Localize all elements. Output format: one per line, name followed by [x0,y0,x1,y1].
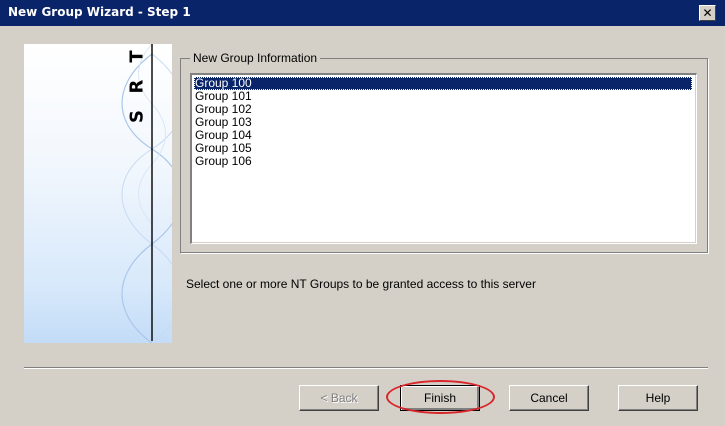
help-button[interactable]: Help [618,385,698,411]
logo-letter-r: R [126,79,148,94]
logo-letter-t: T [126,50,148,63]
banner-logo: T R S [126,46,148,136]
groupbox-legend: New Group Information [190,51,321,65]
button-separator [24,367,708,369]
banner-art [121,44,172,343]
logo-letter-s: S [126,110,148,123]
back-button-label: < Back [320,391,358,405]
wizard-window: New Group Wizard - Step 1 ✕ T R S New Gr… [0,0,725,426]
back-button[interactable]: < Back [299,385,379,411]
list-item-group-106[interactable]: Group 106 [194,155,256,168]
finish-button[interactable]: Finish [400,385,480,411]
cancel-button[interactable]: Cancel [509,385,589,411]
nt-groups-listbox[interactable]: Group 100 Group 101 Group 102 Group 103 … [190,73,697,244]
instruction-text: Select one or more NT Groups to be grant… [186,277,536,291]
list-item-group-100[interactable]: Group 100 [194,77,692,90]
title-bar[interactable]: New Group Wizard - Step 1 ✕ [0,0,725,26]
close-icon: ✕ [702,6,713,20]
window-title: New Group Wizard - Step 1 [8,5,191,19]
close-button[interactable]: ✕ [699,5,716,21]
wizard-banner-image: T R S [24,44,172,343]
